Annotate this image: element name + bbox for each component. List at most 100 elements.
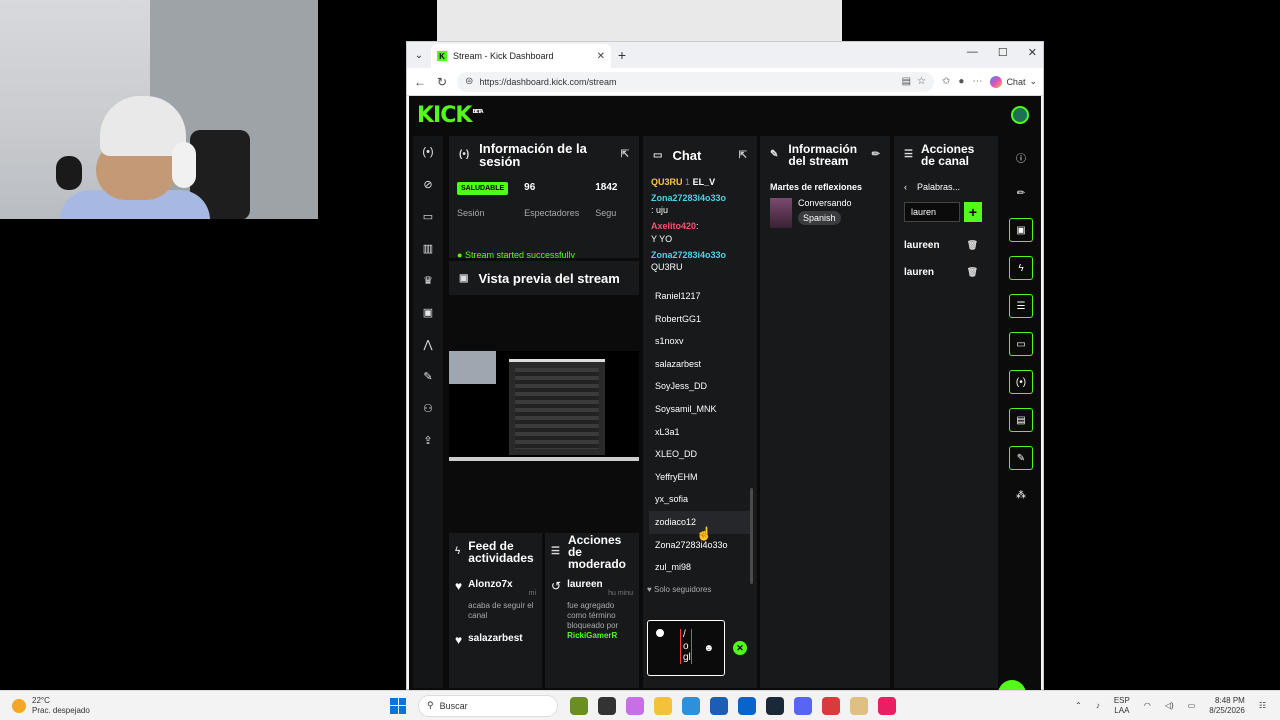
steam-icon[interactable] [766, 696, 784, 715]
app-icon[interactable] [822, 696, 840, 715]
file-explorer-icon[interactable] [654, 696, 672, 715]
tiktok-icon[interactable] [878, 696, 896, 715]
widgets-app-icon[interactable] [570, 696, 588, 715]
volume-icon[interactable]: ◁) [1165, 701, 1174, 710]
battery-icon[interactable]: ▭ [1188, 701, 1196, 710]
microphone-icon[interactable]: ♪ [1096, 701, 1100, 710]
layout-toggle-icon[interactable]: ▣ [1009, 218, 1033, 242]
broadcast-toggle-icon[interactable]: (•) [1009, 370, 1033, 394]
lightning-toggle-icon[interactable]: ϟ [1009, 256, 1033, 280]
stream-preview-video[interactable] [449, 351, 639, 461]
broadcast-icon[interactable]: (•) [418, 144, 438, 160]
list-toggle-icon[interactable]: ☰ [1009, 294, 1033, 318]
profile-icon[interactable]: ● [958, 76, 964, 87]
store-icon[interactable] [710, 696, 728, 715]
user-suggestion[interactable]: Soysamil_MNK [655, 398, 757, 421]
edge-icon[interactable] [682, 696, 700, 715]
taskbar-search[interactable]: ⚲ Buscar [418, 694, 558, 717]
user-suggestion[interactable]: SoyJess_DD [655, 375, 757, 398]
edit-icon[interactable]: ✏ [872, 150, 880, 160]
popout-icon[interactable]: ⇱ [621, 150, 629, 160]
window-icon[interactable]: ▭ [418, 208, 438, 224]
category-name: Conversando [798, 198, 852, 208]
chat-toggle-icon[interactable]: ▭ [1009, 332, 1033, 356]
close-tab-icon[interactable]: ✕ [597, 51, 605, 62]
wrench-toggle-icon[interactable]: ✎ [1009, 446, 1033, 470]
pencil-icon[interactable]: ✏ [1010, 182, 1032, 204]
add-word-button[interactable]: + [964, 202, 982, 222]
user-avatar[interactable] [1011, 106, 1029, 124]
viewers-stat: 96 Espectadores [524, 182, 580, 218]
chevron-left-icon[interactable]: ‹ [904, 182, 907, 192]
kick-logo[interactable]: KICKBETA [417, 103, 484, 128]
user-suggestion[interactable]: zul_mi98 [655, 556, 757, 579]
chat-message: Zona27283i4o33o QU3RU [651, 249, 727, 272]
copilot-app-icon[interactable] [626, 696, 644, 715]
site-info-icon[interactable]: ⊜ [465, 76, 473, 87]
language-indicator[interactable]: ESP LAA [1114, 696, 1130, 715]
maximize-icon[interactable]: ☐ [998, 46, 1008, 59]
user-suggestion[interactable]: xL3a1 [655, 421, 757, 444]
reader-icon[interactable]: ▤ [902, 76, 911, 87]
outlook-icon[interactable] [738, 696, 756, 715]
actions-title: Acciones de canal [920, 142, 975, 168]
discord-icon[interactable] [794, 696, 812, 715]
user-suggestion[interactable]: salazarbest [655, 353, 757, 376]
user-suggestion[interactable]: YeffryEHM [655, 466, 757, 489]
tab-list-icon[interactable]: ⌄ [407, 50, 431, 61]
user-suggestion[interactable]: yx_sofia [655, 488, 757, 511]
more-icon[interactable]: ⋯ [972, 76, 982, 87]
close-window-icon[interactable]: ✕ [1028, 46, 1037, 59]
link-icon[interactable]: ⊘ [418, 176, 438, 192]
url-field[interactable]: ⊜ https://dashboard.kick.com/stream ▤ ☆ [457, 71, 934, 92]
upload-icon[interactable]: ⇪ [418, 432, 438, 448]
info-icon[interactable]: ⓘ [1010, 146, 1032, 168]
notifications-icon[interactable]: ☷ [1259, 701, 1266, 710]
blocked-word-input[interactable]: lauren [904, 202, 960, 222]
share-icon[interactable]: ⁂ [1010, 484, 1032, 506]
right-toolbar: ⓘ ✏ ▣ ϟ ☰ ▭ (•) ▤ ✎ ⁂ [1001, 136, 1041, 688]
user-suggestion[interactable]: Raniel1217 [655, 285, 757, 308]
user-suggestion[interactable]: RobertGG1 [655, 308, 757, 331]
back-row[interactable]: ‹ Palabras... [894, 174, 998, 200]
favorites-icon[interactable]: ✩ [942, 76, 950, 87]
send-button[interactable]: ✕ [733, 641, 747, 655]
task-view-icon[interactable] [598, 696, 616, 715]
wifi-icon[interactable]: ◠ [1144, 701, 1151, 710]
wrench-icon[interactable]: ✎ [418, 368, 438, 384]
start-button[interactable] [390, 697, 406, 714]
emote-toggle-icon[interactable] [656, 629, 664, 637]
weather-widget[interactable]: 22°C Prac. despejado [0, 696, 390, 715]
app-icon[interactable] [850, 696, 868, 715]
emoji-icon[interactable]: ☻ [703, 643, 714, 654]
stream-preview-panel: ▣ Vista previa del stream [449, 261, 639, 531]
trash-icon[interactable]: 🗑 [967, 240, 978, 251]
trash-icon[interactable]: 🗑 [967, 267, 978, 278]
user-suggestion[interactable]: XLEO_DD [655, 443, 757, 466]
chat-scrollbar[interactable] [750, 488, 753, 584]
popout-icon[interactable]: ⇱ [739, 150, 747, 161]
analytics-icon[interactable]: ▥ [418, 240, 438, 256]
users-icon[interactable]: ⚇ [418, 400, 438, 416]
trophy-icon[interactable]: ♛ [418, 272, 438, 288]
new-tab-button[interactable]: + [611, 47, 633, 63]
blocked-word-row: lauren 🗑 [904, 267, 978, 278]
minimize-icon[interactable]: — [967, 46, 978, 59]
copilot-chat-button[interactable]: Chat ⌄ [990, 75, 1037, 88]
user-suggestion[interactable]: s1noxv [655, 330, 757, 353]
layout-icon[interactable]: ▣ [418, 304, 438, 320]
favorite-star-icon[interactable]: ☆ [917, 76, 926, 87]
chat-input[interactable]: / o gl ☻ [647, 620, 725, 676]
clock[interactable]: 8:48 PM 8/25/2026 [1209, 696, 1245, 715]
chart-icon[interactable]: ⋀ [418, 336, 438, 352]
activity-feed-panel: ϟ Feed de actividades ♥ Alonzo7x mi acab… [449, 533, 542, 688]
back-icon[interactable]: ← [413, 75, 427, 89]
server-toggle-icon[interactable]: ▤ [1009, 408, 1033, 432]
left-nav: (•) ⊘ ▭ ▥ ♛ ▣ ⋀ ✎ ⚇ ⇪ [413, 136, 443, 688]
session-title: Información de la sesión [479, 141, 587, 169]
session-info-panel: (•) Información de la sesión ⇱ SALUDABLE… [449, 136, 639, 258]
refresh-icon[interactable]: ↻ [435, 75, 449, 89]
server-icon: ☰ [904, 149, 913, 160]
browser-tab[interactable]: K Stream - Kick Dashboard ✕ [431, 44, 611, 68]
chevron-up-icon[interactable]: ⌃ [1075, 701, 1082, 710]
